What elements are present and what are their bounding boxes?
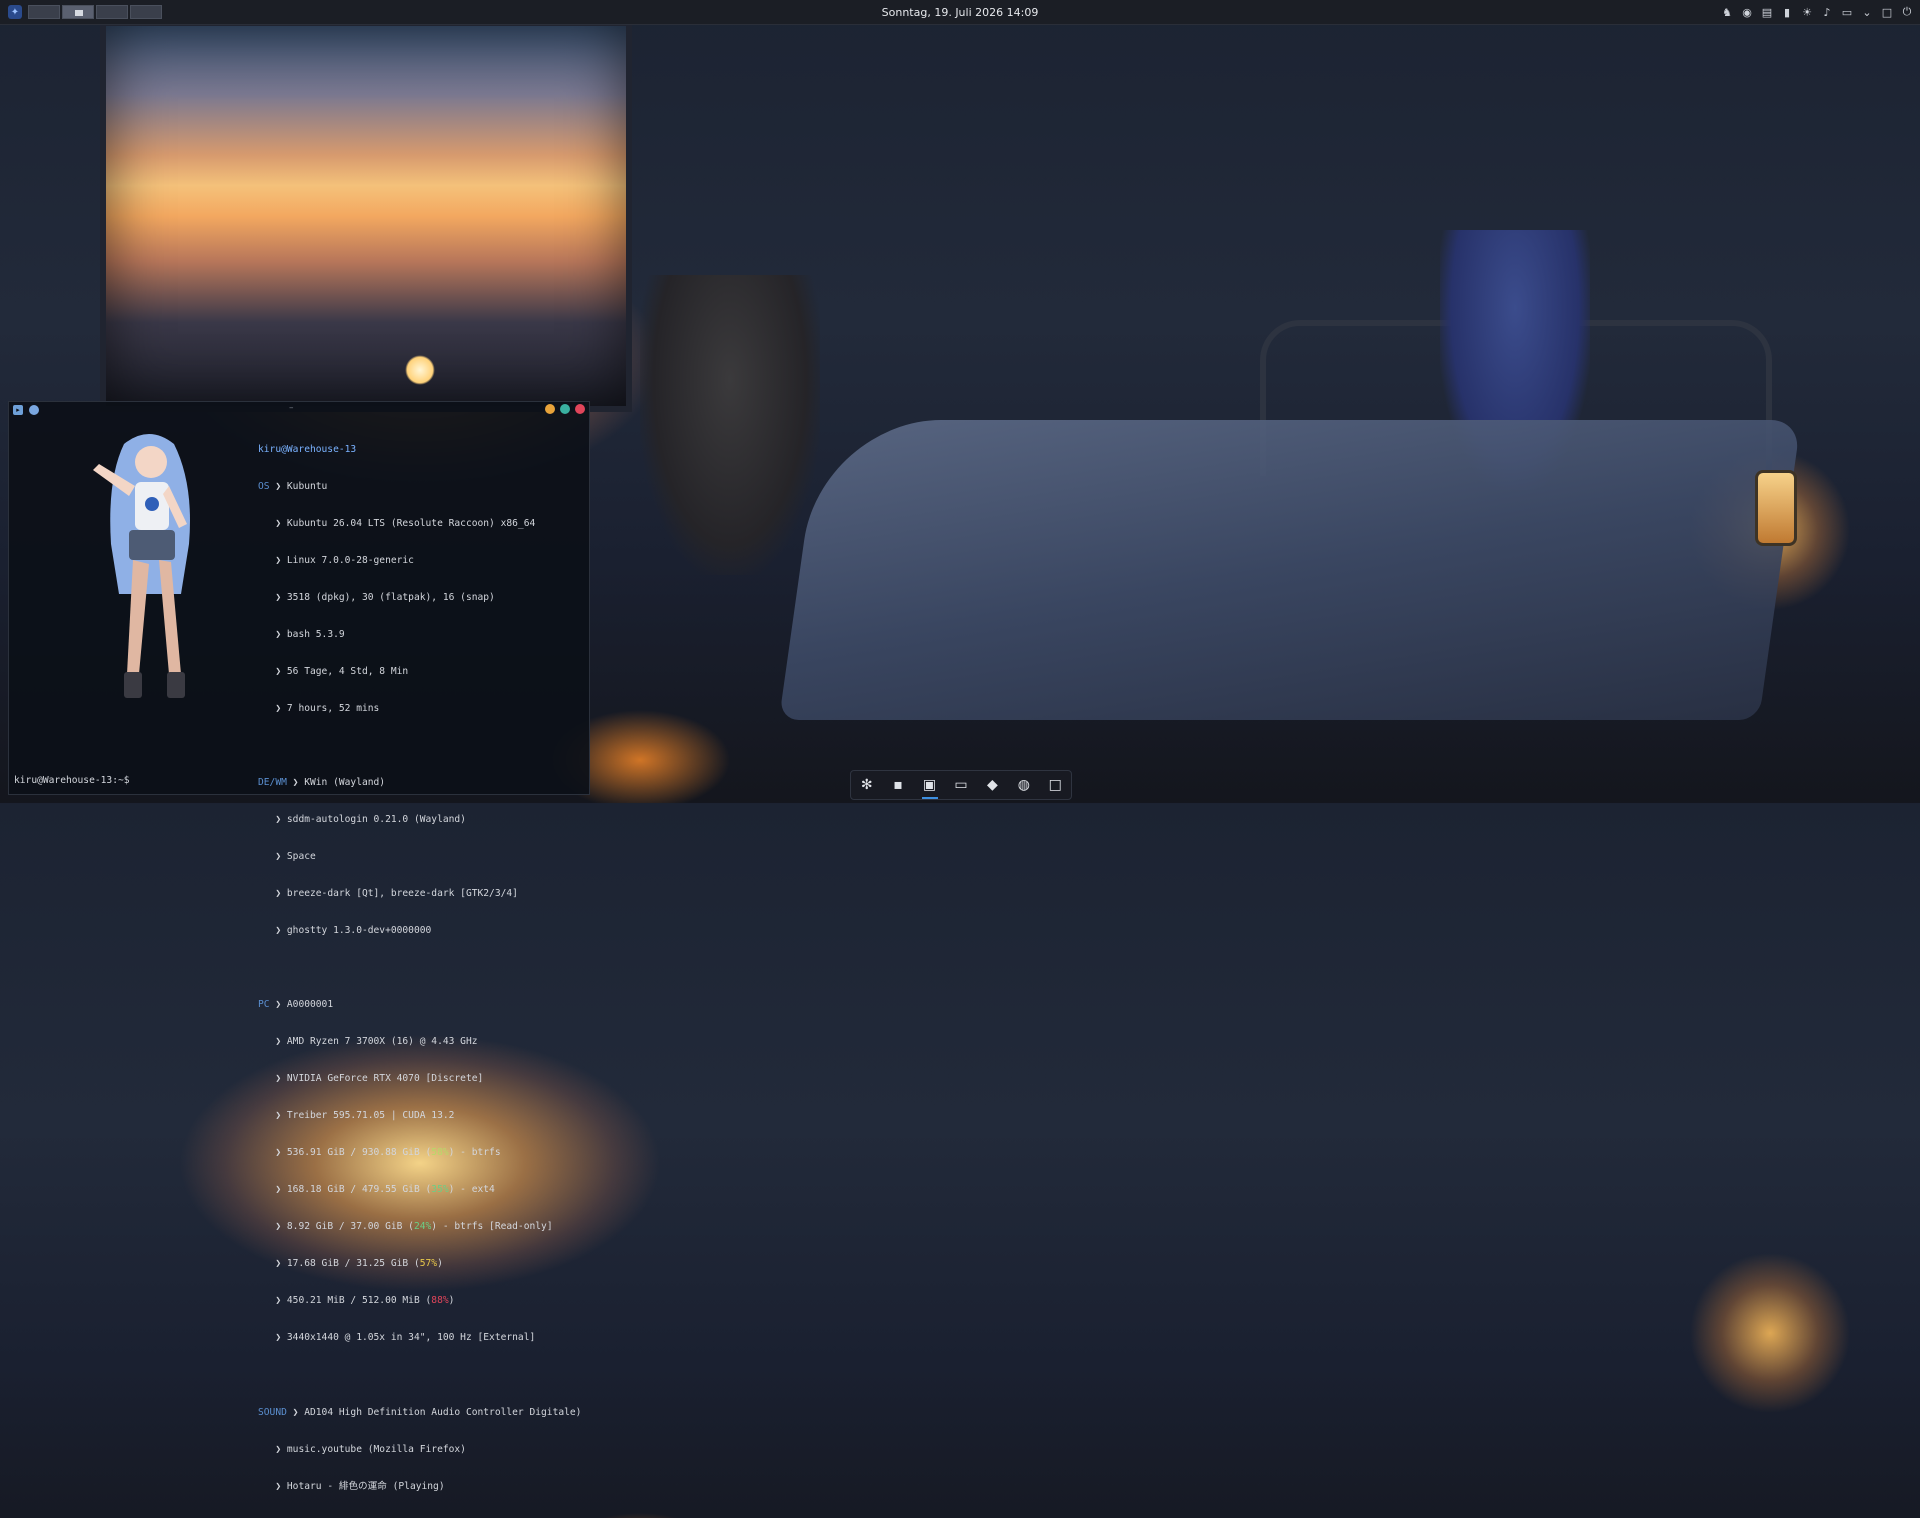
taskbar-dock: ✻ ▪ ▣ ▭ ◆ ◍ □ <box>850 770 1072 800</box>
maximize-button[interactable] <box>560 404 570 414</box>
shell-prompt[interactable]: kiru@Warehouse-13:~$ <box>14 775 130 786</box>
info-row: OS ❯ Kubuntu <box>258 480 328 492</box>
info-row: ❯ Kubuntu 26.04 LTS (Resolute Raccoon) x… <box>269 517 536 529</box>
spacer-row <box>258 1369 581 1381</box>
desktop-icon[interactable]: □ <box>1880 6 1894 19</box>
discover-icon[interactable]: ◆ <box>982 775 1002 795</box>
media-icon[interactable]: ◉ <box>1740 6 1754 19</box>
chess-icon[interactable]: ♞ <box>1720 6 1734 19</box>
info-row: ❯ 7 hours, 52 mins <box>269 702 380 714</box>
display-icon[interactable]: ▭ <box>1840 6 1854 19</box>
chevron-down-icon[interactable]: ⌄ <box>1860 6 1874 19</box>
user-host: kiru@Warehouse-13 <box>258 443 357 455</box>
anime-character-logo <box>93 434 190 698</box>
konsole-icon[interactable]: ▣ <box>920 775 940 799</box>
desktop-2[interactable] <box>62 5 94 19</box>
desktop-1[interactable] <box>28 5 60 19</box>
disk-row: ❯ 168.18 GiB / 479.55 GiB (35%) - ext4 <box>269 1184 495 1196</box>
info-row: DE/WM ❯ KWin (Wayland) <box>258 776 386 788</box>
close-button[interactable] <box>575 404 585 414</box>
desktop-3[interactable] <box>96 5 128 19</box>
info-row: ❯ Treiber 595.71.05 | CUDA 13.2 <box>269 1110 455 1122</box>
settings-icon[interactable]: ✻ <box>857 775 877 795</box>
info-row: ❯ NVIDIA GeForce RTX 4070 [Discrete] <box>269 1073 484 1085</box>
info-row: SOUND ❯ AD104 High Definition Audio Cont… <box>258 1406 582 1418</box>
pin-icon[interactable] <box>29 404 39 415</box>
clipboard-icon[interactable]: ▤ <box>1760 6 1774 19</box>
desktop-4[interactable] <box>130 5 162 19</box>
firefox-icon[interactable]: ◍ <box>1014 775 1034 795</box>
files-icon[interactable]: ▭ <box>951 775 971 795</box>
wallpaper-lantern <box>1755 470 1797 546</box>
info-row: ❯ ghostty 1.3.0-dev+0000000 <box>269 925 432 937</box>
info-row: ❯ Space <box>269 851 316 863</box>
system-tray: ♞ ◉ ▤ ▮ ☀ ♪ ▭ ⌄ □ ⏻ <box>1720 0 1914 24</box>
app-launcher-icon[interactable]: ✦ <box>8 5 22 19</box>
spacer-row <box>258 962 581 974</box>
info-row: ❯ Linux 7.0.0-28-generic <box>269 554 414 566</box>
clock[interactable]: Sonntag, 19. Juli 2026 14:09 <box>0 6 1920 19</box>
disk-row: ❯ 450.21 MiB / 512.00 MiB (88%) <box>269 1295 455 1307</box>
disk-row: ❯ 17.68 GiB / 31.25 GiB (57%) <box>269 1258 443 1270</box>
info-row: ❯ 3440x1440 @ 1.05x in 34", 100 Hz [Exte… <box>269 1332 536 1344</box>
spacer-row <box>258 740 581 752</box>
terminal-app-icon[interactable]: ▸ <box>13 404 23 415</box>
battery-icon[interactable]: ▮ <box>1780 6 1794 19</box>
volume-icon[interactable]: ♪ <box>1820 6 1834 19</box>
top-panel: ✦ Sonntag, 19. Juli 2026 14:09 ♞ ◉ ▤ ▮ ☀… <box>0 0 1920 25</box>
info-row: ❯ 3518 (dpkg), 30 (flatpak), 16 (snap) <box>269 591 495 603</box>
wallpaper-man-figure <box>640 275 820 575</box>
info-row: ❯ bash 5.3.9 <box>269 628 345 640</box>
window-icon[interactable]: □ <box>1045 775 1065 795</box>
info-row: ❯ 56 Tage, 4 Std, 8 Min <box>269 665 409 677</box>
power-icon[interactable]: ⏻ <box>1900 5 1914 19</box>
wallpaper-window-scene <box>100 20 632 412</box>
disk-row: ❯ 536.91 GiB / 930.88 GiB (58%) - btrfs <box>269 1147 501 1159</box>
brightness-icon[interactable]: ☀ <box>1800 6 1814 19</box>
terminal-icon[interactable]: ▪ <box>888 775 908 795</box>
fastfetch-output: kiru@Warehouse-13 OS ❯ Kubuntu ❯ Kubuntu… <box>258 419 581 1518</box>
info-row: PC ❯ A0000001 <box>258 999 334 1011</box>
info-row: ❯ AMD Ryzen 7 3700X (16) @ 4.43 GHz <box>269 1036 478 1048</box>
window-title: – <box>289 403 294 413</box>
info-row: ❯ music.youtube (Mozilla Firefox) <box>269 1443 466 1455</box>
info-row: ❯ Hotaru - 緋色の運命 (Playing) <box>269 1480 445 1492</box>
minimize-button[interactable] <box>545 404 555 414</box>
wallpaper-bed <box>778 420 1802 720</box>
terminal-window[interactable]: ▸ – kiru@Warehouse-13 OS ❯ Kubuntu ❯ Kub… <box>8 401 590 1492</box>
wallpaper-sun <box>405 355 435 385</box>
pager-window-thumb <box>75 10 83 16</box>
virtual-desktop-pager[interactable] <box>28 5 162 19</box>
terminal-titlebar[interactable]: ▸ – <box>9 402 589 417</box>
info-row: ❯ breeze-dark [Qt], breeze-dark [GTK2/3/… <box>269 888 518 900</box>
disk-row: ❯ 8.92 GiB / 37.00 GiB (24%) - btrfs [Re… <box>269 1221 553 1233</box>
info-row: ❯ sddm-autologin 0.21.0 (Wayland) <box>269 814 466 825</box>
